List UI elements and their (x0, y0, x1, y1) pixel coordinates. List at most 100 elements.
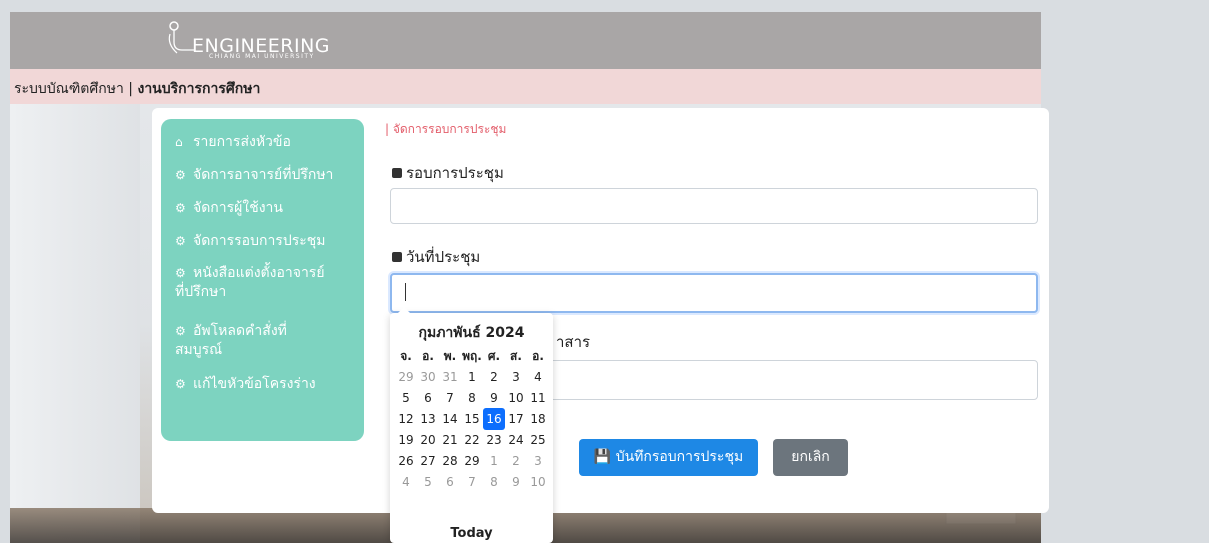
logo-subtitle: CHIANG MAI UNIVERSITY (209, 53, 315, 60)
day-cell[interactable]: 26 (395, 450, 417, 472)
day-cell[interactable]: 5 (395, 387, 417, 409)
day-cell[interactable]: 22 (461, 429, 483, 451)
day-cell[interactable]: 9 (505, 471, 527, 493)
week-row: 4 5 6 7 8 9 10 (395, 471, 551, 493)
day-cell[interactable]: 28 (439, 450, 461, 472)
text-caret (405, 283, 406, 301)
sidebar-menu: ⌂ รายการส่งหัวข้อ ⚙ จัดการอาจารย์ที่ปรึกษา… (161, 119, 364, 441)
document-field-label: าสาร (556, 333, 591, 351)
system-title: ระบบบัณฑิตศึกษา | งานบริการการศึกษา (14, 78, 260, 100)
meeting-round-label-text: รอบการประชุม (406, 164, 504, 182)
day-cell[interactable]: 11 (527, 387, 549, 409)
cancel-button[interactable]: ยกเลิก (773, 439, 848, 476)
week-row: 26 27 28 29 1 2 3 (395, 450, 551, 472)
sidebar-item-manage-users[interactable]: ⚙ จัดการผู้ใช้งาน (175, 199, 283, 218)
square-icon (392, 252, 402, 262)
day-cell[interactable]: 30 (417, 366, 439, 388)
day-cell[interactable]: 29 (395, 366, 417, 388)
day-cell[interactable]: 14 (439, 408, 461, 430)
engineering-logo[interactable]: ENGINEERING CHIANG MAI UNIVERSITY (165, 20, 365, 60)
top-header: ENGINEERING CHIANG MAI UNIVERSITY (10, 12, 1041, 69)
sidebar-item-submitted-topics[interactable]: ⌂ รายการส่งหัวข้อ (175, 133, 291, 152)
day-cell[interactable]: 21 (439, 429, 461, 451)
sidebar-item-edit-proposal-topic[interactable]: ⚙ แก้ไขหัวข้อโครงร่าง (175, 375, 316, 394)
day-cell[interactable]: 3 (527, 450, 549, 472)
date-picker-month-title[interactable]: กุมภาพันธ์ 2024 (390, 322, 553, 344)
gear-icon: ⚙ (175, 168, 186, 182)
sidebar-item-label: อัพโหลดคำสั่งที่ (193, 323, 287, 339)
day-cell[interactable]: 19 (395, 429, 417, 451)
meeting-round-input[interactable] (390, 188, 1038, 224)
week-row: 19 20 21 22 23 24 25 (395, 429, 551, 451)
day-cell[interactable]: 2 (505, 450, 527, 472)
day-cell[interactable]: 4 (527, 366, 549, 388)
popup-arrow (398, 307, 410, 313)
day-cell[interactable]: 8 (483, 471, 505, 493)
sidebar-item-label: จัดการผู้ใช้งาน (193, 200, 283, 216)
gear-icon: ⚙ (175, 324, 186, 338)
square-icon (392, 168, 402, 178)
day-cell[interactable]: 8 (461, 387, 483, 409)
day-cell[interactable]: 7 (461, 471, 483, 493)
weekday-label: พ. (443, 349, 457, 363)
day-cell[interactable]: 12 (395, 408, 417, 430)
day-cell[interactable]: 7 (439, 387, 461, 409)
sidebar-item-label-line2: ที่ปรึกษา (175, 284, 227, 300)
weekday-label: อ. (532, 349, 544, 363)
weekday-label: จ. (400, 349, 412, 363)
date-picker-popup: กุมภาพันธ์ 2024 จ. อ. พ. พฤ. ศ. ส. อ. 29 30 31 1 2 3… (390, 307, 553, 543)
meeting-round-label: รอบการประชุม (392, 161, 504, 185)
day-cell[interactable]: 10 (505, 387, 527, 409)
day-cell[interactable]: 1 (483, 450, 505, 472)
selected-day[interactable]: 16 (483, 408, 505, 430)
sidebar-item-label: รายการส่งหัวข้อ (193, 134, 291, 150)
meeting-date-input[interactable] (390, 273, 1038, 313)
gear-icon: ⚙ (175, 377, 186, 391)
week-row: 12 13 14 15 16 17 18 (395, 408, 551, 430)
meeting-date-label: วันที่ประชุม (392, 245, 480, 269)
day-cell[interactable]: 31 (439, 366, 461, 388)
background-window (10, 104, 140, 543)
day-cell[interactable]: 18 (527, 408, 549, 430)
day-cell[interactable]: 2 (483, 366, 505, 388)
day-cell[interactable]: 15 (461, 408, 483, 430)
day-cell[interactable]: 5 (417, 471, 439, 493)
day-cell[interactable]: 9 (483, 387, 505, 409)
day-cell[interactable]: 1 (461, 366, 483, 388)
department-name: งานบริการการศึกษา (137, 81, 261, 97)
gear-icon: ⚙ (175, 266, 186, 280)
sidebar-item-upload-complete-order[interactable]: ⚙ อัพโหลดคำสั่งที่ สมบูรณ์ (175, 322, 287, 360)
sidebar-item-label: แก้ไขหัวข้อโครงร่าง (193, 376, 316, 392)
day-cell[interactable]: 29 (461, 450, 483, 472)
breadcrumb: | จัดการรอบการประชุม (385, 122, 507, 136)
weekday-label: ศ. (487, 349, 501, 363)
day-cell[interactable]: 27 (417, 450, 439, 472)
weekday-label: อ. (422, 349, 434, 363)
day-cell[interactable]: 4 (395, 471, 417, 493)
sidebar-item-label-line2: สมบูรณ์ (175, 342, 223, 358)
sidebar-item-label: จัดการอาจารย์ที่ปรึกษา (193, 167, 334, 183)
save-button-label: บันทึกรอบการประชุม (615, 449, 744, 465)
week-row: 29 30 31 1 2 3 4 (395, 366, 551, 388)
day-cell[interactable]: 20 (417, 429, 439, 451)
day-cell[interactable]: 23 (483, 429, 505, 451)
gear-icon: ⚙ (175, 234, 186, 248)
day-cell[interactable]: 3 (505, 366, 527, 388)
sidebar-item-advisor-appointment-letter[interactable]: ⚙ หนังสือแต่งตั้งอาจารย์ ที่ปรึกษา (175, 264, 325, 302)
day-cell[interactable]: 24 (505, 429, 527, 451)
week-row: 5 6 7 8 9 10 11 (395, 387, 551, 409)
day-cell[interactable]: 13 (417, 408, 439, 430)
day-cell[interactable]: 6 (417, 387, 439, 409)
sidebar-item-manage-advisors[interactable]: ⚙ จัดการอาจารย์ที่ปรึกษา (175, 166, 333, 185)
weekday-label: ส. (510, 349, 522, 363)
day-cell[interactable]: 17 (505, 408, 527, 430)
day-cell[interactable]: 25 (527, 429, 549, 451)
day-cell[interactable]: 6 (439, 471, 461, 493)
system-name: ระบบบัณฑิตศึกษา (14, 81, 124, 97)
gear-icon: ⚙ (175, 201, 186, 215)
system-bar: ระบบบัณฑิตศึกษา | งานบริการการศึกษา (10, 69, 1041, 104)
today-button[interactable]: Today (390, 526, 553, 541)
day-cell[interactable]: 10 (527, 471, 549, 493)
save-meeting-round-button[interactable]: 💾 บันทึกรอบการประชุม (579, 439, 758, 476)
sidebar-item-manage-meeting-rounds[interactable]: ⚙ จัดการรอบการประชุม (175, 232, 325, 251)
